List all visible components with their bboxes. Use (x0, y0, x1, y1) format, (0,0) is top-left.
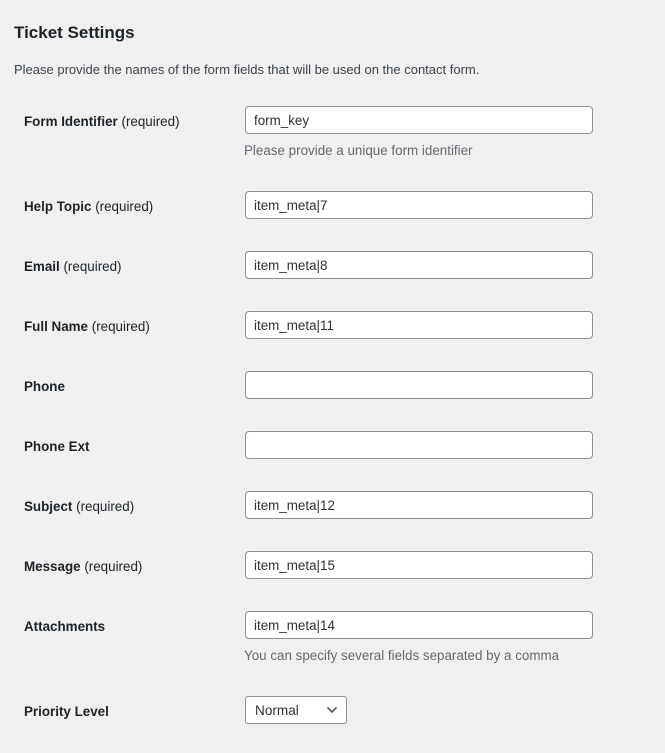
required-marker: (required) (95, 199, 154, 214)
required-marker: (required) (84, 559, 143, 574)
chevron-down-icon (326, 706, 338, 714)
subject-label: Subject (required) (24, 499, 134, 514)
full-name-input[interactable] (245, 311, 593, 339)
label-text: Email (24, 259, 60, 274)
label-text: Full Name (24, 319, 88, 334)
required-marker: (required) (121, 114, 180, 129)
form-identifier-input[interactable] (245, 106, 593, 134)
attachments-description: You can specify several fields separated… (244, 648, 560, 663)
priority-level-select[interactable]: Normal (245, 696, 347, 724)
phone-label: Phone (24, 379, 65, 394)
email-input[interactable] (245, 251, 593, 279)
label-text: Message (24, 559, 81, 574)
phone-input[interactable] (245, 371, 593, 399)
phone-ext-label: Phone Ext (24, 439, 89, 454)
label-text: Subject (24, 499, 73, 514)
priority-selected-value: Normal (255, 703, 299, 718)
label-text: Help Topic (24, 199, 92, 214)
subject-input[interactable] (245, 491, 593, 519)
message-input[interactable] (245, 551, 593, 579)
required-marker: (required) (76, 499, 135, 514)
label-text: Attachments (24, 619, 106, 634)
required-marker: (required) (63, 259, 122, 274)
help-topic-label: Help Topic (required) (24, 199, 153, 214)
intro-text: Please provide the names of the form fie… (14, 62, 480, 77)
page-title: Ticket Settings (14, 23, 135, 42)
form-identifier-label: Form Identifier (required) (24, 114, 180, 129)
priority-level-label: Priority Level (24, 704, 109, 719)
message-label: Message (required) (24, 559, 142, 574)
form-identifier-description: Please provide a unique form identifier (244, 143, 473, 158)
email-label: Email (required) (24, 259, 122, 274)
label-text: Phone Ext (24, 439, 90, 454)
attachments-label: Attachments (24, 619, 105, 634)
label-text: Form Identifier (24, 114, 118, 129)
required-marker: (required) (91, 319, 150, 334)
label-text: Phone (24, 379, 65, 394)
full-name-label: Full Name (required) (24, 319, 150, 334)
attachments-input[interactable] (245, 611, 593, 639)
help-topic-input[interactable] (245, 191, 593, 219)
phone-ext-input[interactable] (245, 431, 593, 459)
